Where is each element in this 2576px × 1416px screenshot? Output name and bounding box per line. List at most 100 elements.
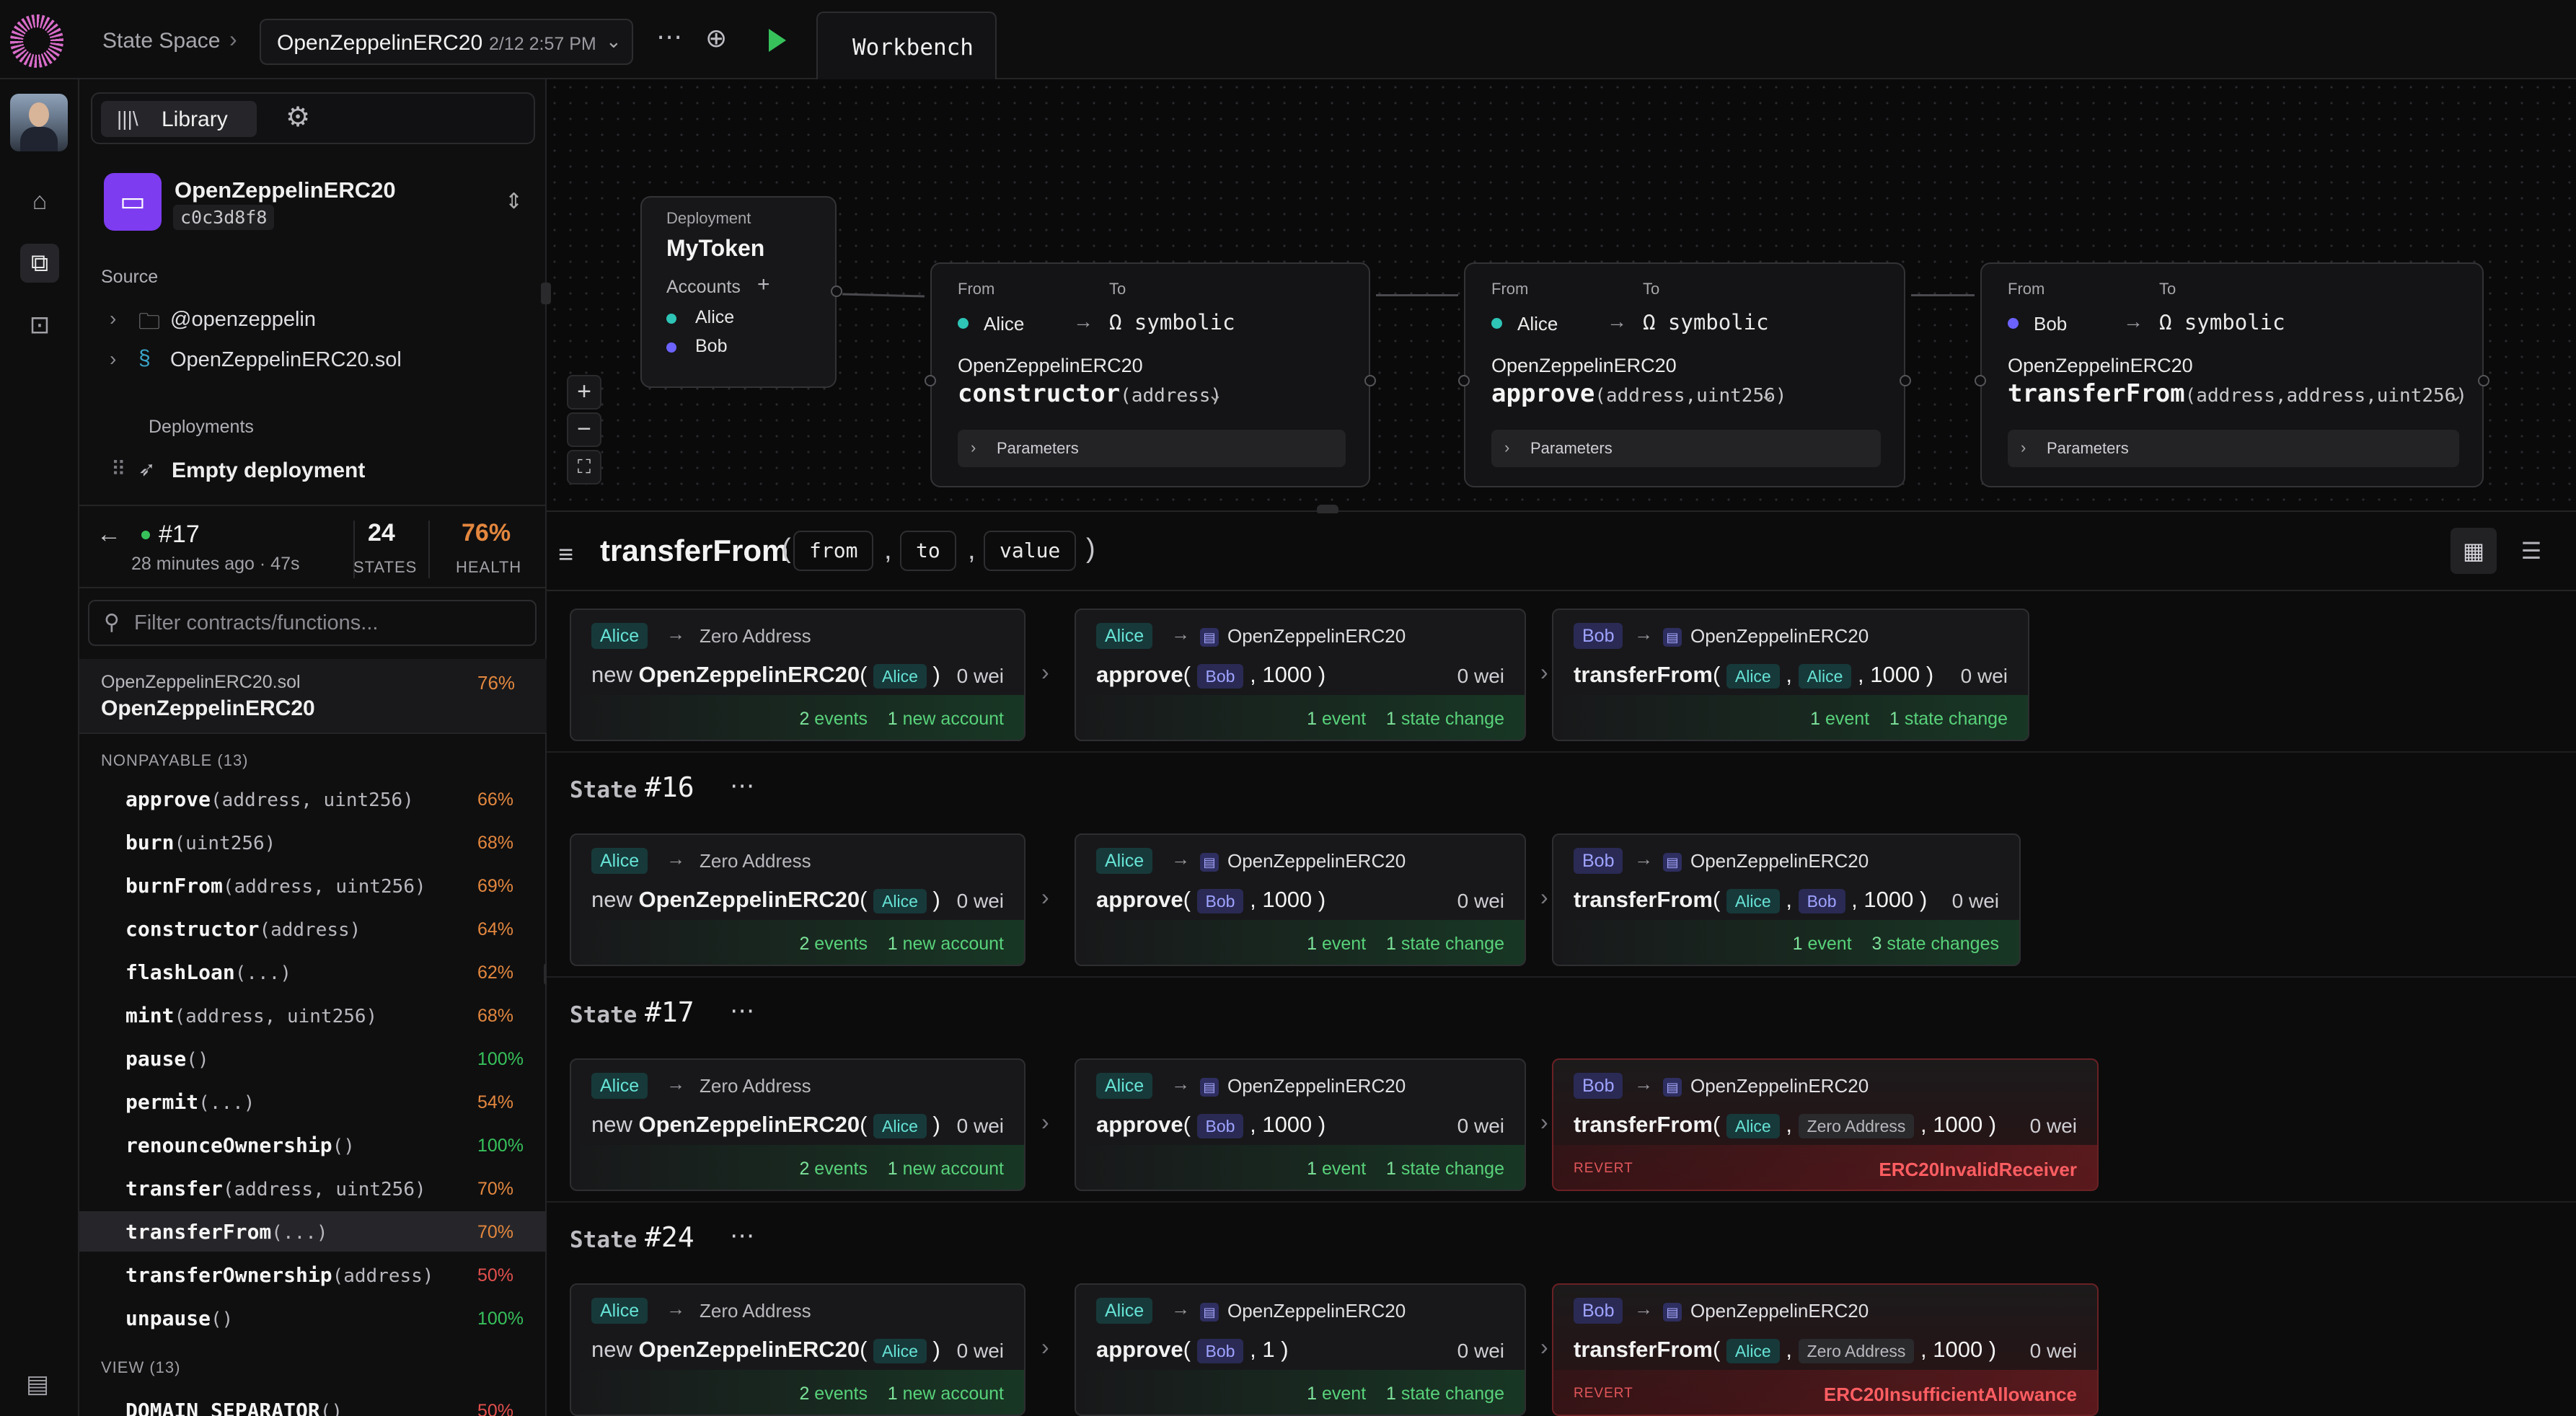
transaction-card[interactable]: Alice → Zero Address new OpenZeppelinERC20(… [570,833,1025,966]
filter-input[interactable] [134,609,524,637]
play-icon[interactable] [769,29,786,52]
from-chip[interactable]: Bob [1574,1298,1623,1324]
transaction-card[interactable]: Alice → Zero Address new OpenZeppelinERC20(… [570,1283,1025,1416]
to-target[interactable]: Zero Address [700,848,811,874]
from-chip[interactable]: Alice [1096,1298,1153,1324]
arrow-left-icon[interactable]: ← [97,521,121,549]
transaction-card[interactable]: Bob → ▤ OpenZeppelinERC20 transferFrom( Alic… [1552,1283,2099,1416]
arg-chip[interactable]: Bob [1798,888,1845,913]
from-chip[interactable]: Alice [591,623,648,649]
arg-chip[interactable]: Zero Address [1798,1113,1915,1138]
to-target[interactable]: Ω symbolic [1643,310,1769,335]
transaction-card[interactable]: Alice → Zero Address new OpenZeppelinERC20(… [570,1058,1025,1191]
function-row[interactable]: DOMAIN_SEPARATOR() 50% [79,1390,547,1416]
arg-chip[interactable]: Bob [1196,1338,1244,1363]
call-node[interactable]: From To Bob → Ω symbolic OpenZeppelinERC20 tra… [1980,262,2484,487]
arg-chip-from[interactable]: from [793,531,874,571]
function-row[interactable]: mint(address, uint256) 68% [79,995,547,1035]
arg-chip[interactable]: Bob [1196,888,1244,913]
zoom-in-button[interactable]: + [567,375,601,410]
function-row[interactable]: pause() 100% [79,1038,547,1079]
zoom-out-button[interactable]: − [567,412,601,447]
function-row[interactable]: flashLoan(...) 62% [79,952,547,992]
app-logo-icon[interactable] [10,14,63,68]
from-chip[interactable]: Alice [591,1073,648,1099]
file-contract-row[interactable]: OpenZeppelinERC20.sol OpenZeppelinERC20 … [79,659,547,734]
parameters-toggle[interactable]: › Parameters [2008,430,2459,467]
function-row[interactable]: transferOwnership(address) 50% [79,1255,547,1295]
docs-book-icon[interactable]: ▤ [26,1370,49,1399]
canvas-left-handle[interactable] [541,283,551,304]
add-account-button[interactable]: + [757,273,770,297]
function-row[interactable]: permit(...) 54% [79,1081,547,1122]
call-node[interactable]: From To Alice → Ω symbolic OpenZeppelinERC20 c… [930,262,1370,487]
transaction-card[interactable]: Alice → ▤ OpenZeppelinERC20 approve( Bob , 1… [1075,609,1526,741]
to-target[interactable]: ▤ OpenZeppelinERC20 [1200,848,1406,874]
function-row[interactable]: constructor(address) 64% [79,908,547,949]
arg-chip[interactable]: Alice [1726,1338,1780,1363]
arg-chip[interactable]: Bob [1196,1113,1244,1138]
library-icon[interactable]: ⧉ [20,244,59,283]
function-row[interactable]: transfer(address, uint256) 70% [79,1168,547,1208]
call-node[interactable]: From To Alice → Ω symbolic OpenZeppelinERC20 a… [1464,262,1905,487]
drag-handle-icon[interactable]: ⠿ [111,457,126,481]
parameters-toggle[interactable]: › Parameters [1491,430,1881,467]
from-chip[interactable]: Alice [1096,1073,1153,1099]
deployment-node[interactable]: Deployment MyToken Accounts + Alice Bob [640,196,837,388]
more-horizontal-icon[interactable]: ⋯ [730,771,754,800]
breadcrumb-state-space[interactable]: State Space [102,29,220,53]
folder-settings-icon[interactable]: ⊡ [20,306,59,345]
function-row[interactable]: approve(address, uint256) 66% [79,779,547,819]
arg-chip[interactable]: Alice [1726,1113,1780,1138]
transaction-card[interactable]: Alice → ▤ OpenZeppelinERC20 approve( Bob , 1… [1075,1058,1526,1191]
avatar[interactable] [10,94,68,151]
arg-chip[interactable]: Alice [1726,888,1780,913]
to-target[interactable]: Zero Address [700,623,811,649]
contract-selector[interactable]: ▭ OpenZeppelinERC20 c0c3d8f8 ⇕ [101,170,526,235]
arg-chip[interactable]: Zero Address [1798,1338,1915,1363]
from-chip[interactable]: Alice [591,848,648,874]
arg-chip[interactable]: Alice [873,888,927,913]
arg-chip[interactable]: Bob [1196,663,1244,689]
add-circle-icon[interactable]: ⊕ [705,23,727,53]
grid-view-button[interactable]: ▦ [2451,528,2497,574]
project-selector[interactable]: OpenZeppelinERC20 2/12 2:57 PM ⌄ [260,19,633,65]
from-chip[interactable]: Alice [1096,623,1153,649]
chevron-down-icon[interactable]: ⌄ [1207,384,1223,406]
more-horizontal-icon[interactable]: ⋯ [730,996,754,1025]
list-view-button[interactable]: ☰ [2511,528,2551,574]
parameters-toggle[interactable]: › Parameters [958,430,1346,467]
arg-chip[interactable]: Alice [873,663,927,689]
function-row[interactable]: unpause() 100% [79,1298,547,1338]
from-chip[interactable]: Alice [1096,848,1153,874]
to-target[interactable]: ▤ OpenZeppelinERC20 [1200,1073,1406,1099]
to-target[interactable]: ▤ OpenZeppelinERC20 [1200,1298,1406,1324]
from-chip[interactable]: Bob [1574,848,1623,874]
transaction-card[interactable]: Alice → ▤ OpenZeppelinERC20 approve( Bob , 1… [1075,833,1526,966]
arg-chip[interactable]: Alice [873,1113,927,1138]
from-chip[interactable]: Alice [591,1298,648,1324]
from-chip[interactable]: Bob [1574,1073,1623,1099]
more-horizontal-icon[interactable]: ⋯ [656,22,682,52]
workbench-canvas[interactable]: + − ⛶ Deployment MyToken Accounts + Alic… [541,79,2576,515]
arg-chip[interactable]: Alice [873,1338,927,1363]
to-target[interactable]: ▤ OpenZeppelinERC20 [1663,1073,1869,1099]
transaction-card[interactable]: Bob → ▤ OpenZeppelinERC20 transferFrom( Alic… [1552,833,2021,966]
transaction-card[interactable]: Alice → ▤ OpenZeppelinERC20 approve( Bob , 1… [1075,1283,1526,1416]
function-row[interactable]: burn(uint256) 68% [79,822,547,862]
transaction-card[interactable]: Bob → ▤ OpenZeppelinERC20 transferFrom( Alic… [1552,609,2029,741]
to-target[interactable]: Ω symbolic [2159,310,2285,335]
more-horizontal-icon[interactable]: ⋯ [730,1221,754,1250]
tab-library[interactable]: |||\ Library [101,101,257,137]
fit-view-button[interactable]: ⛶ [567,450,601,484]
chevron-down-icon[interactable]: ⌄ [2448,384,2463,406]
to-target[interactable]: ▤ OpenZeppelinERC20 [1200,623,1406,649]
gear-icon[interactable]: ⚙ [286,101,310,133]
transaction-card[interactable]: Bob → ▤ OpenZeppelinERC20 transferFrom( Alic… [1552,1058,2099,1191]
to-target[interactable]: Ω symbolic [1109,310,1235,335]
arg-chip[interactable]: Alice [1726,663,1780,689]
chevron-down-icon[interactable]: ⌄ [1760,384,1776,406]
to-target[interactable]: ▤ OpenZeppelinERC20 [1663,848,1869,874]
function-row[interactable]: transferFrom(...) 70% [79,1211,547,1252]
home-icon[interactable]: ⌂ [20,182,59,221]
